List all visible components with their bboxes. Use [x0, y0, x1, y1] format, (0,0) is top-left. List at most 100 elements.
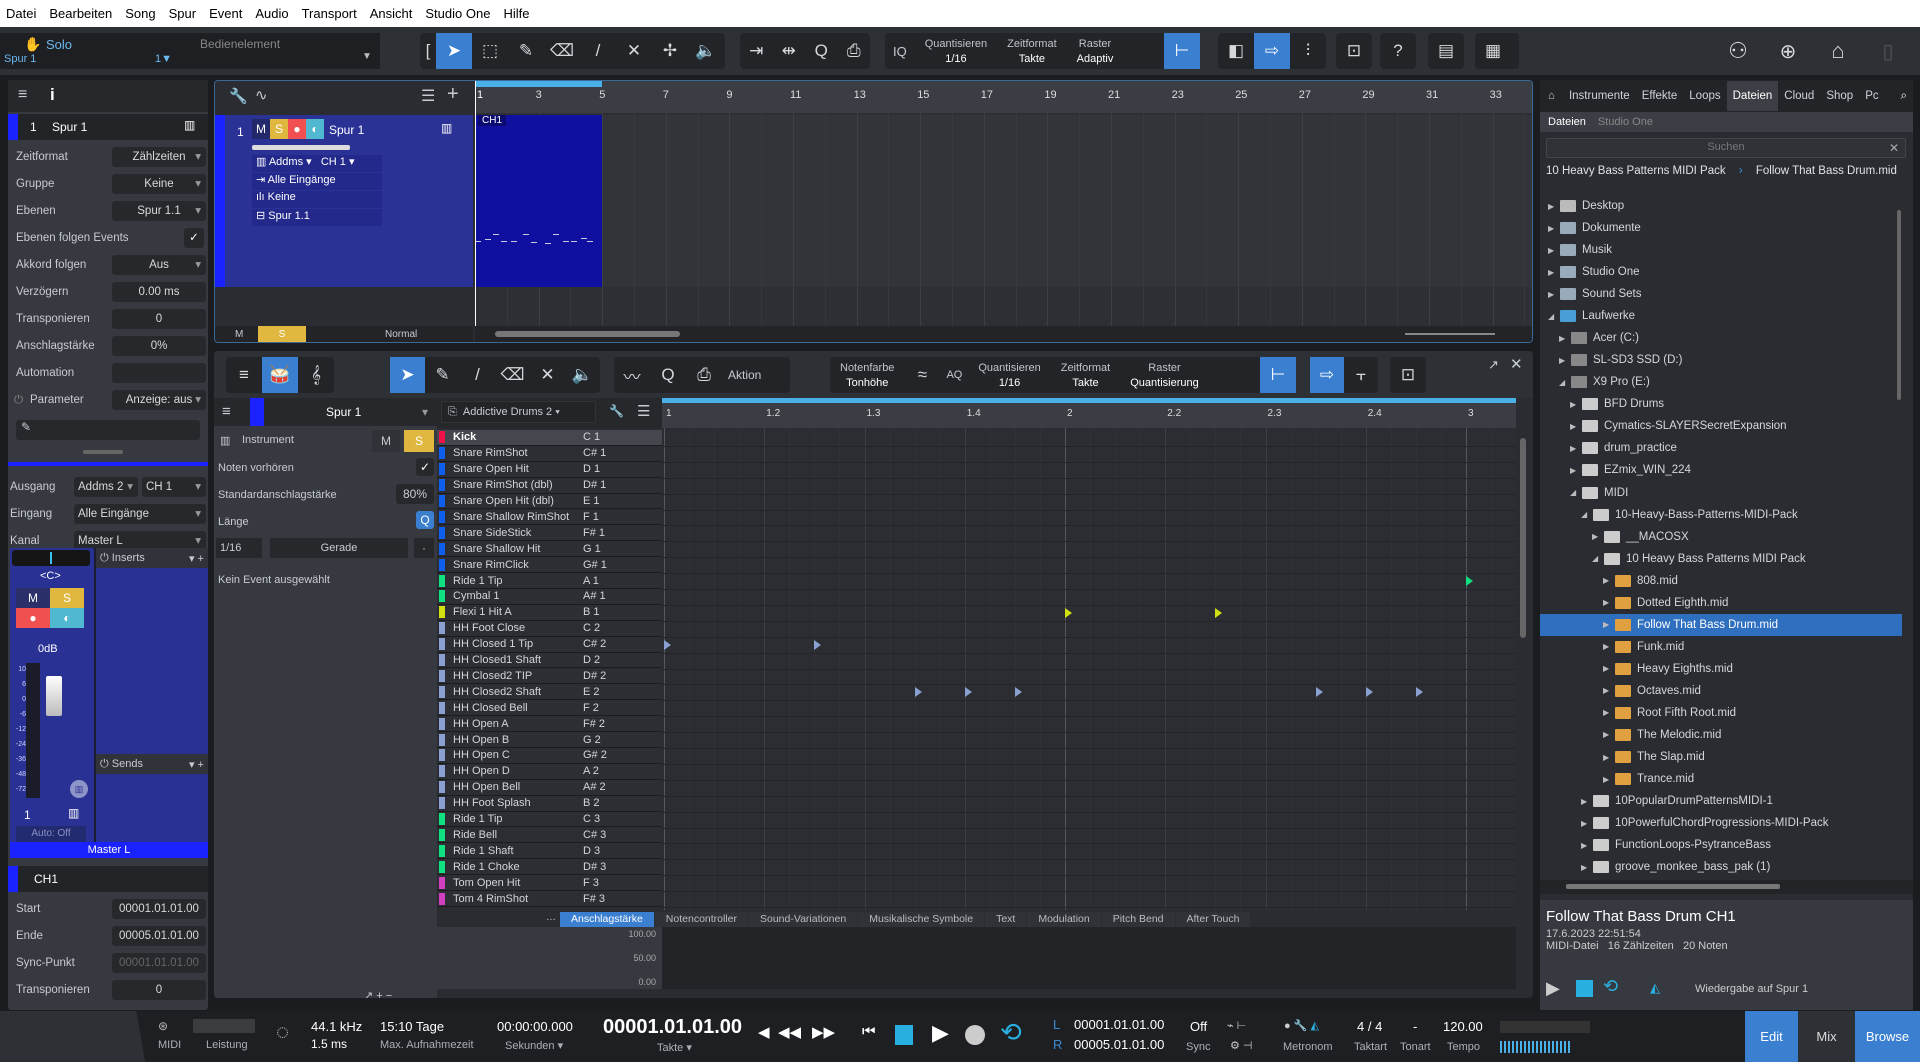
focus-button[interactable]: ⊡ — [1336, 33, 1372, 69]
expand-icon[interactable]: ▶ — [1581, 797, 1593, 806]
precount-icon[interactable]: ⌁ ⊢ — [1227, 1019, 1246, 1032]
controller-tab[interactable]: Modulation — [1027, 912, 1101, 927]
tree-item[interactable]: ◢ MIDI — [1540, 482, 1902, 504]
volume-fader[interactable] — [46, 676, 62, 716]
drum-row[interactable]: Cymbal 1 A# 1 — [437, 589, 662, 605]
dropdown[interactable]: Anzeige: aus — [112, 390, 206, 410]
drum-row[interactable]: Tom Open Hit F 3 — [437, 875, 662, 892]
tree-item[interactable]: ◢ Laufwerke — [1540, 305, 1902, 327]
midi-event[interactable]: CH1 — [475, 115, 603, 287]
expanded-icon[interactable]: ◢ — [1592, 554, 1604, 563]
loop-start[interactable]: 00001.01.01.00 — [1074, 1017, 1164, 1032]
position-display[interactable]: 00001.01.01.00 — [603, 1016, 742, 1039]
timeline-icon[interactable]: ⫶ — [1290, 33, 1326, 69]
chevron-down-icon[interactable]: ▾ — [422, 405, 428, 419]
expand-icon[interactable]: ▶ — [1548, 224, 1560, 233]
tree-item[interactable]: ▶ groove_monkee_bass_pak (1) — [1540, 856, 1902, 878]
instrument-dropdown[interactable]: ⎘ Addictive Drums 2 ▾ — [441, 401, 596, 423]
solo-button[interactable]: S — [50, 588, 84, 608]
expand-icon[interactable]: ▶ — [1570, 444, 1582, 453]
power-icon[interactable]: ⏻ — [14, 394, 23, 407]
record-button[interactable]: ● — [288, 119, 306, 139]
expand-icon[interactable]: ▶ — [1559, 334, 1571, 343]
stop-button[interactable] — [895, 1025, 913, 1045]
checkbox[interactable]: ✓ — [184, 228, 204, 248]
page-icon[interactable]: ▯ — [1870, 33, 1906, 69]
tree-item[interactable]: ▶ 10PopularDrumPatternsMIDI-1 — [1540, 790, 1902, 812]
eraser-tool-button[interactable]: ⌫ — [495, 357, 530, 393]
drum-row[interactable]: HH Closed2 Shaft E 2 — [437, 684, 662, 701]
browser-tab-dateien[interactable]: Dateien — [1726, 81, 1779, 111]
menu-bearbeiten[interactable]: Bearbeiten — [49, 6, 112, 21]
grid-dropdown[interactable]: Raster Quantisierung — [1120, 362, 1209, 389]
tree-item[interactable]: ◢ 10 Heavy Bass Patterns MIDI Pack — [1540, 548, 1902, 570]
pan-knob[interactable] — [12, 550, 90, 566]
drum-row[interactable]: Snare RimShot (dbl) D# 1 — [437, 477, 662, 494]
dropdown[interactable]: Addms 2 — [74, 477, 138, 497]
expand-icon[interactable]: ▶ — [1548, 290, 1560, 299]
expanded-icon[interactable]: ◢ — [1570, 488, 1582, 497]
menu-datei[interactable]: Datei — [6, 6, 36, 21]
range-tool-button[interactable]: ⬚ — [472, 33, 508, 69]
expanded-icon[interactable]: ◢ — [1581, 510, 1593, 519]
drum-row[interactable]: Tom 4 RimShot F# 3 — [437, 891, 662, 907]
dot-button[interactable]: · — [414, 538, 434, 558]
global-solo[interactable]: S — [258, 326, 306, 342]
autoscroll-icon[interactable]: ◧ — [1218, 33, 1254, 69]
arrange-ruler[interactable]: 1 3 5 7 9 11 13 15 17 19 21 23 25 27 29 31 33 — [475, 81, 1532, 113]
play-preview-button[interactable]: ▶ — [1546, 978, 1560, 999]
quantize-icon[interactable]: Q — [650, 357, 686, 393]
dropdown[interactable]: Aus — [112, 255, 206, 275]
solo-button[interactable]: S — [404, 430, 434, 452]
track-name[interactable]: Spur 1 — [52, 120, 87, 134]
bracket-icon[interactable]: [ — [420, 33, 436, 69]
add-send-icon[interactable]: ▾ + — [189, 758, 208, 771]
expand-icon[interactable]: ▶ — [1592, 532, 1604, 541]
dropdown[interactable]: Zählzeiten — [112, 147, 206, 167]
output-dropdown[interactable]: ▥ Addms ▾ CH 1 ▾ — [252, 155, 382, 172]
tree-item[interactable]: ◢ X9 Pro (E:) — [1540, 371, 1902, 393]
monitor-button[interactable]: ◐ — [306, 119, 324, 139]
tree-item[interactable]: ▶ Studio One — [1540, 261, 1902, 283]
quantize-icon[interactable]: Q — [805, 33, 838, 69]
value-field[interactable]: 00001.01.01.00 — [112, 953, 206, 973]
metronome-icon[interactable]: ◭ — [1650, 980, 1660, 996]
power-icon[interactable]: ⏻ — [100, 552, 109, 565]
listen-tool-button[interactable]: 🔈 — [688, 33, 724, 69]
value-field[interactable]: 00001.01.01.00 — [112, 899, 206, 919]
expand-icon[interactable]: ▶ — [1603, 753, 1615, 762]
tree-item[interactable]: ▶ Musik — [1540, 239, 1902, 261]
drum-row[interactable]: HH Closed Bell F 2 — [437, 700, 662, 717]
time-signature[interactable]: 4 / 4 — [1357, 1019, 1382, 1034]
subtab-files[interactable]: Dateien — [1548, 116, 1586, 128]
close-icon[interactable]: ✕ — [1510, 355, 1523, 373]
tree-item[interactable]: ▶ EZmix_WIN_224 — [1540, 459, 1902, 481]
macro-icon[interactable]: ⎙ — [686, 357, 722, 393]
arrow-tool-button[interactable]: ➤ — [436, 33, 472, 69]
preview-checkbox[interactable]: ✓ — [416, 458, 434, 476]
channel-editor-icon[interactable]: ▥ — [70, 780, 88, 798]
tree-item[interactable]: ▶ Dokumente — [1540, 217, 1902, 239]
rewind-button[interactable]: ◀◀ — [778, 1023, 801, 1041]
drum-row[interactable]: HH Closed1 Shaft D 2 — [437, 652, 662, 669]
search-icon[interactable]: ⌕ — [1901, 90, 1913, 103]
chord-dropdown[interactable]: ılı Keine — [252, 191, 382, 208]
drum-note[interactable] — [964, 687, 972, 698]
track-header[interactable]: 1 M S ● ◐ Spur 1 ▥ ▥ Addms ▾ CH 1 ▾ ⇥ Al… — [215, 115, 473, 287]
iq-button[interactable]: IQ — [885, 44, 915, 59]
tree-item[interactable]: ▶ SL-SD3 SSD (D:) — [1540, 349, 1902, 371]
browser-tab-pc[interactable]: Pc — [1859, 81, 1884, 111]
metronome-controls[interactable]: ● 🔧 ◭ — [1284, 1019, 1319, 1032]
user-icon[interactable]: ⚇ — [1720, 33, 1756, 69]
key-value[interactable]: - — [1413, 1019, 1417, 1034]
volume-slider[interactable] — [252, 145, 350, 150]
controller-tab[interactable]: Pitch Bend — [1101, 912, 1175, 927]
expand-icon[interactable]: ▶ — [1570, 400, 1582, 409]
tree-item[interactable]: ▶ Heavy Eighths.mid — [1540, 658, 1902, 680]
expand-icon[interactable]: ▶ — [1603, 708, 1615, 717]
browser-tab-loops[interactable]: Loops — [1683, 81, 1726, 111]
playback-target[interactable]: Wiedergabe auf Spur 1 — [1695, 983, 1808, 995]
expand-icon[interactable]: ▶ — [1603, 642, 1615, 651]
wrench-icon[interactable]: 🔧 — [609, 404, 624, 418]
controller-tab[interactable]: Musikalische Symbole — [858, 912, 985, 927]
